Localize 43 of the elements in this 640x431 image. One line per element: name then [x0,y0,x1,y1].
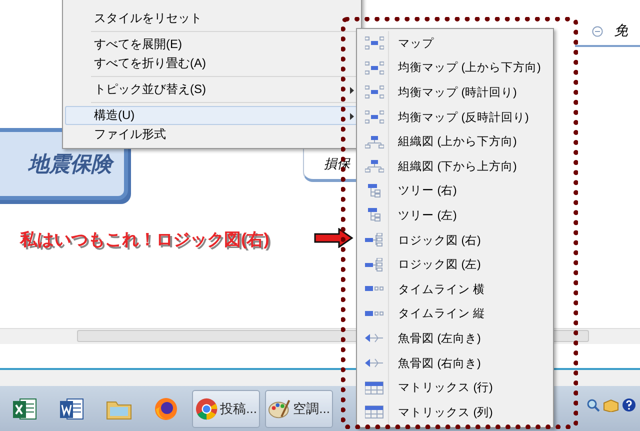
structure-icon [365,85,384,100]
structure-icon [365,110,384,124]
menu-item[interactable]: スタイルをリセット [65,9,359,28]
spreadsheet-app-icon[interactable] [12,396,38,422]
search-icon[interactable] [586,398,600,412]
taskbar-button[interactable]: 空調... [265,390,333,428]
menu-item[interactable]: 魚骨図 (左向き) [359,326,551,351]
structure-icon [365,405,384,420]
menu-item[interactable]: 均衡マップ (反時計回り) [359,104,551,130]
submenu-arrow-icon [350,87,354,94]
structure-icon [365,233,384,248]
menu-item[interactable]: マップ [359,31,551,56]
menu-item[interactable]: タイムライン 縦 [359,302,551,326]
connector-line [575,45,640,47]
menu-item[interactable]: タイムライン 横 [359,276,551,302]
menu-item[interactable]: マトリックス (列) [359,400,551,424]
structure-icon [365,60,384,75]
menu-item[interactable]: ツリー (左) [359,203,551,228]
help-icon[interactable] [622,398,636,412]
taskbar-button[interactable]: 投稿... [192,390,260,428]
submenu-arrow-icon [350,113,354,120]
structure-icon [365,36,384,50]
document-app-icon[interactable] [59,396,85,422]
topic-label: 免 [614,22,628,40]
collapse-icon[interactable] [592,26,603,37]
menu-item[interactable]: すべてを折り畳む(A) [65,54,359,73]
menu-item[interactable]: 構造(U) [65,106,359,125]
browser-icon [195,396,218,420]
menu-item[interactable]: すべてを展開(E) [65,35,359,54]
menu-item[interactable]: ロジック図 (右) [359,228,551,252]
structure-icon [365,159,384,174]
menu-item[interactable]: トピック並び替え(S) [65,80,359,99]
menu-item[interactable]: 魚骨図 (右向き) [359,350,551,376]
structure-icon [365,258,384,272]
structure-icon [365,380,384,395]
structure-icon [365,134,384,149]
menu-item[interactable]: マトリックス (行) [359,375,551,400]
browser-globe-icon[interactable] [153,396,179,422]
menu-item[interactable]: ロジック図 (左) [359,252,551,277]
arrow-icon [314,228,354,248]
annotation-text: 私はいつもこれ！ロジック図(右) [20,229,270,251]
menu-item[interactable]: 均衡マップ (上から下方向) [359,56,551,80]
menu-item[interactable]: 均衡マップ (時計回り) [359,80,551,105]
